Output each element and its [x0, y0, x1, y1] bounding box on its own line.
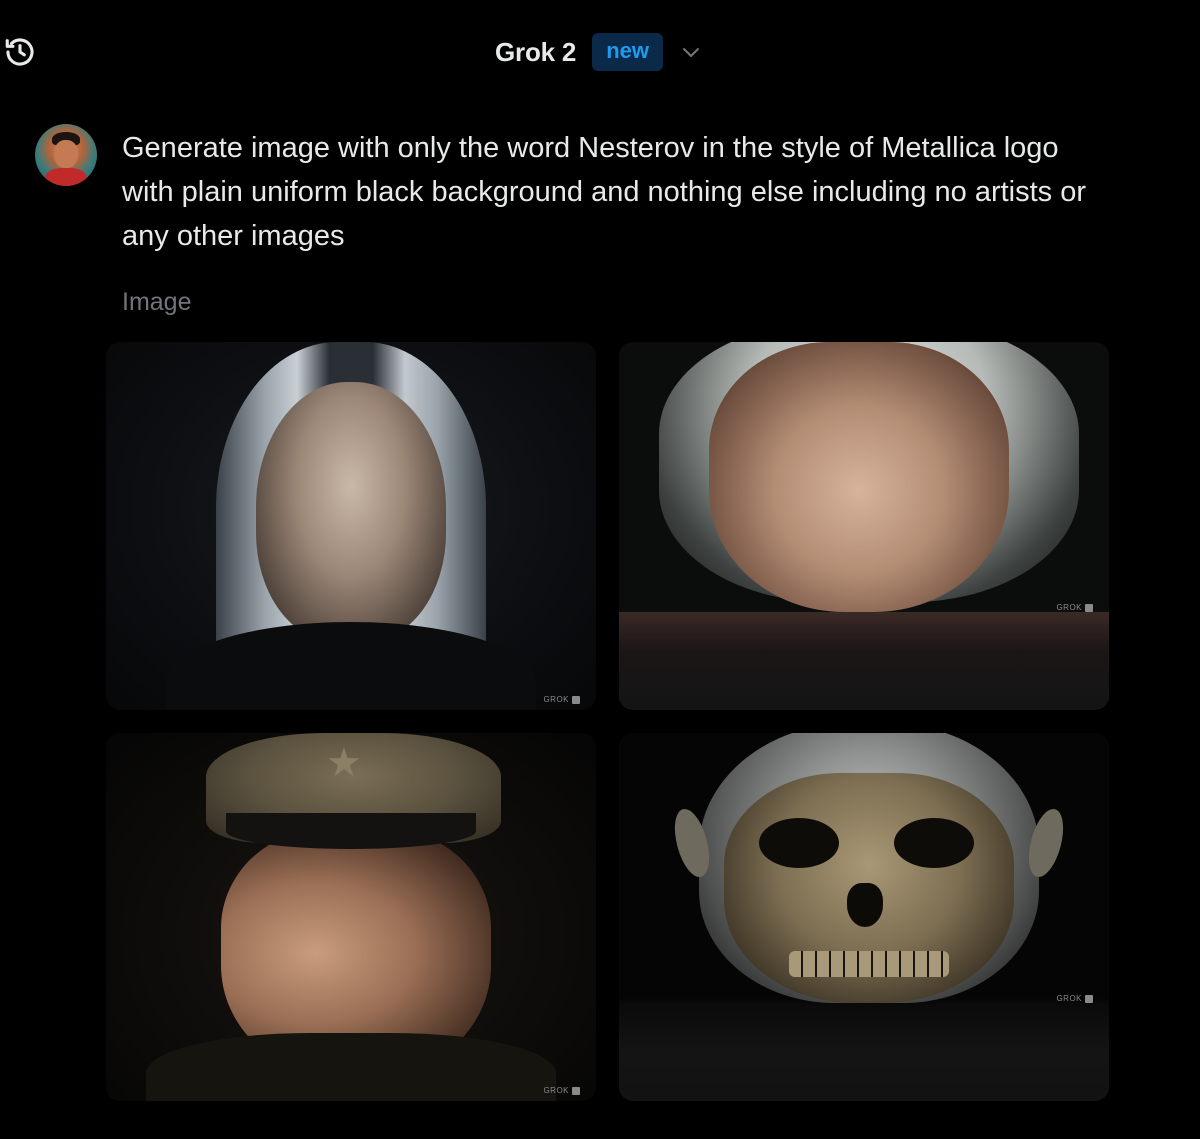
image-4-eye-left — [759, 818, 839, 868]
generated-image-1[interactable]: GROK — [106, 342, 596, 710]
image-section-label: Image — [122, 288, 192, 316]
grok-logo-icon — [1085, 603, 1093, 612]
generated-image-3[interactable]: ★ GROK — [106, 733, 596, 1101]
image-3-visor — [226, 813, 476, 849]
image-4-eye-right — [894, 818, 974, 868]
grok-watermark: GROK — [1056, 603, 1093, 612]
image-3-collar — [146, 1033, 556, 1101]
user-avatar[interactable] — [35, 124, 97, 186]
star-icon: ★ — [326, 741, 362, 785]
image-4-teeth — [789, 951, 949, 977]
user-prompt-text: Generate image with only the word Nester… — [122, 132, 1087, 252]
grok-watermark: GROK — [543, 695, 580, 704]
avatar-face — [54, 140, 78, 168]
new-badge: new — [592, 33, 663, 71]
grok-watermark: GROK — [543, 1086, 580, 1095]
image-2-fade — [619, 612, 1109, 710]
image-4-fade — [619, 1003, 1109, 1101]
model-name: Grok 2 — [495, 36, 577, 67]
model-selector[interactable]: Grok 2 new — [0, 30, 1200, 74]
grok-logo-icon — [572, 695, 580, 704]
chevron-down-icon[interactable] — [677, 38, 705, 66]
grok-logo-icon — [1085, 994, 1093, 1003]
image-2-face — [709, 342, 1009, 612]
generated-image-grid: GROK GROK ★ GROK GROK — [106, 342, 1109, 1101]
generated-image-2[interactable]: GROK — [619, 342, 1109, 710]
avatar-shirt — [45, 168, 87, 186]
image-1-face — [256, 382, 446, 642]
grok-watermark: GROK — [1056, 994, 1093, 1003]
grok-logo-icon — [572, 1086, 580, 1095]
image-4-nose — [847, 883, 883, 927]
generated-image-4[interactable]: GROK — [619, 733, 1109, 1101]
